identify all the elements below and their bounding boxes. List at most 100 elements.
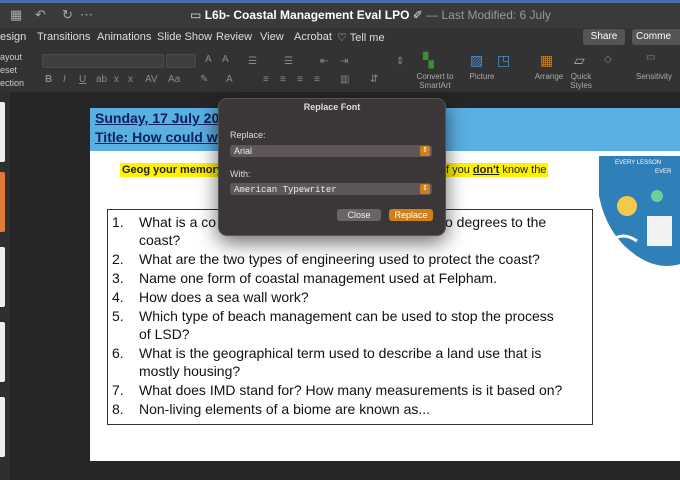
- sensitivity-icon[interactable]: ▭: [646, 52, 655, 63]
- bullets-icon[interactable]: ☰: [248, 56, 257, 67]
- question-text: What are the two types of engineering us…: [139, 251, 540, 267]
- question-number: 5.: [112, 308, 124, 324]
- align-right-icon[interactable]: ≡: [297, 74, 303, 85]
- shape-fill-icon[interactable]: ◇: [604, 54, 612, 65]
- questions-box[interactable]: 1. What is a co o degrees to the coast? …: [107, 209, 593, 425]
- align-center-icon[interactable]: ≡: [280, 74, 286, 85]
- picture-label[interactable]: Picture: [462, 72, 502, 81]
- numbering-icon[interactable]: ☰: [284, 56, 293, 67]
- slide-title[interactable]: Title: How could w: [95, 129, 218, 145]
- tell-me-label: Tell me: [349, 32, 385, 44]
- ribbon-tabs: esign Transitions Animations Slide Show …: [0, 28, 680, 48]
- ribbon-toolbar: ayout eset ection A A B I U ab x x AV Aa…: [0, 48, 680, 93]
- decrease-font-icon[interactable]: A: [222, 54, 229, 65]
- tab-animations[interactable]: Animations: [97, 31, 151, 43]
- menu-bar-strip: [0, 0, 680, 3]
- memory-text-pre: f you: [446, 164, 473, 176]
- replace-button[interactable]: Replace: [389, 209, 433, 221]
- arrange-icon[interactable]: ▦: [540, 52, 553, 69]
- slide-thumbnail[interactable]: [0, 247, 5, 307]
- sensitivity-label[interactable]: Sensitivity: [632, 72, 676, 81]
- tab-slide-show[interactable]: Slide Show: [157, 31, 212, 43]
- tab-design[interactable]: esign: [0, 31, 26, 43]
- quick-styles-label[interactable]: Quick Styles: [566, 72, 596, 90]
- with-font-select[interactable]: American Typewriter ⇕: [230, 183, 432, 195]
- chevron-updown-icon: ⇕: [420, 184, 430, 194]
- reset-button[interactable]: eset: [0, 65, 17, 75]
- slide-thumbnail-selected[interactable]: [0, 172, 5, 232]
- tab-acrobat[interactable]: Acrobat: [294, 31, 332, 43]
- question-text-end: o degrees to the: [445, 214, 547, 230]
- quick-styles-icon[interactable]: ▱: [574, 52, 585, 69]
- replace-font-select[interactable]: Arial ⇕: [230, 145, 432, 157]
- share-button[interactable]: Share: [583, 29, 625, 45]
- grid-icon[interactable]: ▦: [10, 8, 24, 22]
- document-name: L6b- Coastal Management Eval LPO: [204, 8, 410, 22]
- last-modified: — Last Modified: 6 July: [426, 8, 551, 22]
- with-label: With:: [230, 169, 251, 179]
- question-number: 8.: [112, 401, 124, 417]
- question-text: Non-living elements of a biome are known…: [139, 401, 431, 417]
- memory-text-post: know the: [499, 164, 547, 176]
- tab-view[interactable]: View: [260, 31, 284, 43]
- with-font-value: American Typewriter: [234, 185, 337, 195]
- strikethrough-icon[interactable]: ab: [96, 74, 107, 85]
- question-text: coast?: [139, 232, 181, 248]
- lightbulb-icon: ♡: [337, 32, 350, 44]
- slide-date[interactable]: Sunday, 17 July 202: [95, 110, 227, 126]
- outdent-icon[interactable]: ⇥: [340, 56, 348, 67]
- align-left-icon[interactable]: ≡: [263, 74, 269, 85]
- font-color-icon[interactable]: A: [226, 74, 233, 85]
- chevron-updown-icon: ⇕: [420, 146, 430, 156]
- tab-tell-me[interactable]: ♡ Tell me: [337, 31, 385, 44]
- indent-icon[interactable]: ⇤: [320, 56, 328, 67]
- replace-font-dialog: Replace Font Replace: Arial ⇕ With: Amer…: [218, 98, 446, 236]
- slide-thumbnail[interactable]: [0, 397, 5, 457]
- layout-button[interactable]: ayout: [0, 52, 22, 62]
- convert-smartart-label[interactable]: Convert to SmartArt: [412, 72, 458, 90]
- underline-icon[interactable]: U: [79, 74, 86, 85]
- question-number: 2.: [112, 251, 124, 267]
- file-icon: ▭: [190, 8, 202, 22]
- shapes-icon[interactable]: ◳: [497, 52, 510, 69]
- font-size-select[interactable]: [166, 54, 196, 68]
- subscript-icon[interactable]: x: [114, 74, 119, 85]
- arrange-label[interactable]: Arrange: [530, 72, 568, 81]
- redo-icon[interactable]: ↻: [62, 8, 76, 22]
- replace-label: Replace:: [230, 130, 266, 140]
- text-direction-icon[interactable]: ⇵: [370, 74, 378, 85]
- close-button[interactable]: Close: [337, 209, 381, 221]
- pin-icon: ✐: [412, 8, 423, 22]
- memory-prompt-continued[interactable]: f you don't know the: [444, 163, 549, 177]
- question-number: 4.: [112, 289, 124, 305]
- tab-transitions[interactable]: Transitions: [37, 31, 90, 43]
- columns-icon[interactable]: ▥: [340, 74, 349, 85]
- badge-text-line1: EVERY LESSON: [615, 160, 661, 166]
- bold-icon[interactable]: B: [45, 74, 52, 85]
- picture-icon[interactable]: ▨: [470, 52, 483, 69]
- highlight-icon[interactable]: ✎: [200, 74, 208, 85]
- italic-icon[interactable]: I: [63, 74, 66, 85]
- smartart-icon[interactable]: ▚: [423, 52, 434, 69]
- tab-review[interactable]: Review: [216, 31, 252, 43]
- memory-prompt[interactable]: Geog your memory:: [120, 163, 229, 177]
- comments-button[interactable]: Comme: [632, 29, 680, 45]
- question-number: 6.: [112, 345, 124, 361]
- undo-icon[interactable]: ↶: [35, 8, 49, 22]
- justify-icon[interactable]: ≡: [314, 74, 320, 85]
- more-icon[interactable]: ⋯: [80, 8, 94, 22]
- slide-thumbnail[interactable]: [0, 322, 5, 382]
- slide-thumbnails: [0, 92, 10, 480]
- section-button[interactable]: ection: [0, 78, 24, 88]
- character-spacing-icon[interactable]: AV: [145, 74, 158, 85]
- question-number: 7.: [112, 382, 124, 398]
- increase-font-icon[interactable]: A: [205, 54, 212, 65]
- font-name-select[interactable]: [42, 54, 164, 68]
- question-text: of LSD?: [139, 326, 190, 342]
- slide-thumbnail[interactable]: [0, 102, 5, 162]
- question-text: What does IMD stand for? How many measur…: [139, 382, 563, 398]
- question-text: Name one form of coastal management used…: [139, 270, 497, 286]
- superscript-icon[interactable]: x: [128, 74, 133, 85]
- change-case-icon[interactable]: Aa: [168, 74, 180, 85]
- line-spacing-icon[interactable]: ⇕: [396, 56, 404, 67]
